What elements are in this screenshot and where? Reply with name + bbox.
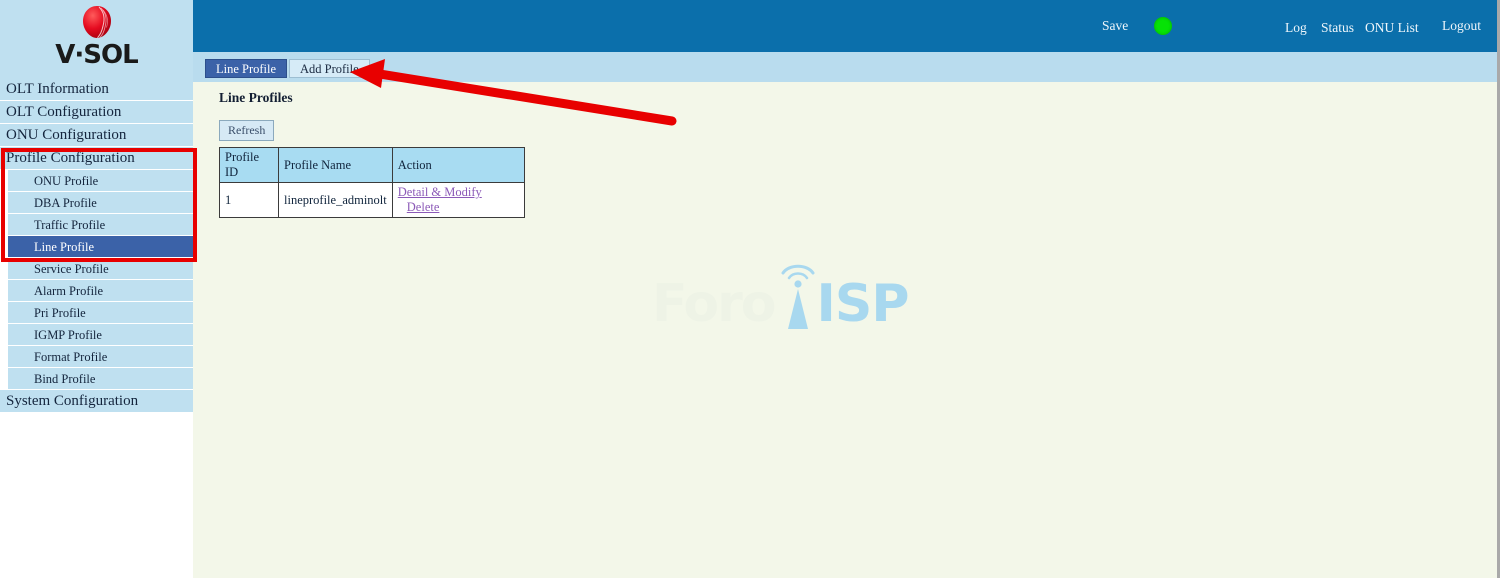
brand-name: V·SOL (55, 40, 138, 70)
cell-profile-id: 1 (219, 182, 279, 218)
status-link[interactable]: Status (1321, 20, 1354, 36)
sidebar-item-label: OLT Information (6, 81, 109, 97)
page-root: V·SOL OLT Information OLT Configuration ON… (0, 0, 1500, 578)
onu-list-link[interactable]: ONU List (1365, 20, 1419, 36)
line-profiles-table: Profile ID Profile Name Action 1 linepro… (219, 147, 525, 218)
table-row: 1 lineprofile_adminolt Detail & Modify D… (219, 182, 525, 218)
logout-link[interactable]: Logout (1442, 18, 1481, 34)
sidebar-item-igmp-profile[interactable]: IGMP Profile (0, 324, 193, 346)
foroisp-watermark: Foro ISP (652, 250, 909, 334)
sidebar-item-label: System Configuration (6, 393, 139, 409)
sidebar-nav: OLT Information OLT Configuration ONU Conf… (0, 78, 193, 413)
log-link[interactable]: Log (1285, 20, 1307, 36)
watermark-text-right: ISP (816, 274, 910, 334)
sidebar-item-label: Traffic Profile (34, 218, 106, 232)
table-header-row: Profile ID Profile Name Action (219, 147, 525, 183)
main-content: Foro ISP Line Profiles Refresh Profile I… (193, 82, 1500, 578)
sidebar-item-olt-information[interactable]: OLT Information (0, 78, 193, 101)
green-status-dot-icon (1154, 17, 1172, 35)
sidebar-item-label: Bind Profile (34, 372, 96, 386)
sidebar-item-label: Alarm Profile (34, 284, 104, 298)
tab-add-profile[interactable]: Add Profile (289, 59, 370, 78)
column-header-profile-name: Profile Name (278, 147, 393, 183)
sidebar-item-bind-profile[interactable]: Bind Profile (0, 368, 193, 390)
red-sphere-logo-icon (78, 3, 116, 41)
sidebar-item-olt-configuration[interactable]: OLT Configuration (0, 101, 193, 124)
detail-modify-link[interactable]: Detail & Modify (398, 185, 482, 199)
sidebar-item-onu-configuration[interactable]: ONU Configuration (0, 124, 193, 147)
wifi-tower-icon (775, 256, 821, 330)
column-header-action: Action (391, 147, 525, 183)
sidebar-item-onu-profile[interactable]: ONU Profile (0, 170, 193, 192)
page-title: Line Profiles (219, 90, 293, 105)
top-header: Save Log Status ONU List Logout (193, 0, 1500, 52)
sidebar-item-label: OLT Configuration (6, 104, 122, 120)
sidebar-item-label: DBA Profile (34, 196, 97, 210)
sidebar-item-label: Profile Configuration (6, 150, 135, 166)
sidebar-item-pri-profile[interactable]: Pri Profile (0, 302, 193, 324)
sidebar-item-profile-configuration[interactable]: Profile Configuration (0, 147, 193, 170)
sidebar-item-label: ONU Profile (34, 174, 99, 188)
sidebar-item-label: Service Profile (34, 262, 109, 276)
column-header-profile-id: Profile ID (219, 147, 279, 183)
save-button[interactable]: Save (1102, 18, 1128, 34)
sidebar-item-line-profile[interactable]: Line Profile (0, 236, 193, 258)
cell-actions: Detail & Modify Delete (391, 182, 525, 218)
sidebar-item-alarm-profile[interactable]: Alarm Profile (0, 280, 193, 302)
sidebar-item-format-profile[interactable]: Format Profile (0, 346, 193, 368)
sidebar-item-label: Line Profile (34, 240, 95, 254)
refresh-button[interactable]: Refresh (219, 120, 275, 141)
sidebar: V·SOL OLT Information OLT Configuration ON… (0, 0, 193, 578)
sidebar-item-label: ONU Configuration (6, 127, 127, 143)
brand-logo: V·SOL (0, 0, 193, 78)
watermark-text-left: Foro (652, 274, 777, 334)
cell-profile-name: lineprofile_adminolt (278, 182, 393, 218)
delete-link[interactable]: Delete (407, 200, 440, 214)
sidebar-item-dba-profile[interactable]: DBA Profile (0, 192, 193, 214)
sidebar-item-label: Pri Profile (34, 306, 86, 320)
sidebar-item-service-profile[interactable]: Service Profile (0, 258, 193, 280)
sidebar-item-label: Format Profile (34, 350, 108, 364)
tab-bar: Line Profile Add Profile (193, 52, 1500, 82)
sidebar-item-label: IGMP Profile (34, 328, 102, 342)
sidebar-item-system-configuration[interactable]: System Configuration (0, 390, 193, 413)
tab-line-profile[interactable]: Line Profile (205, 59, 288, 78)
sidebar-item-traffic-profile[interactable]: Traffic Profile (0, 214, 193, 236)
